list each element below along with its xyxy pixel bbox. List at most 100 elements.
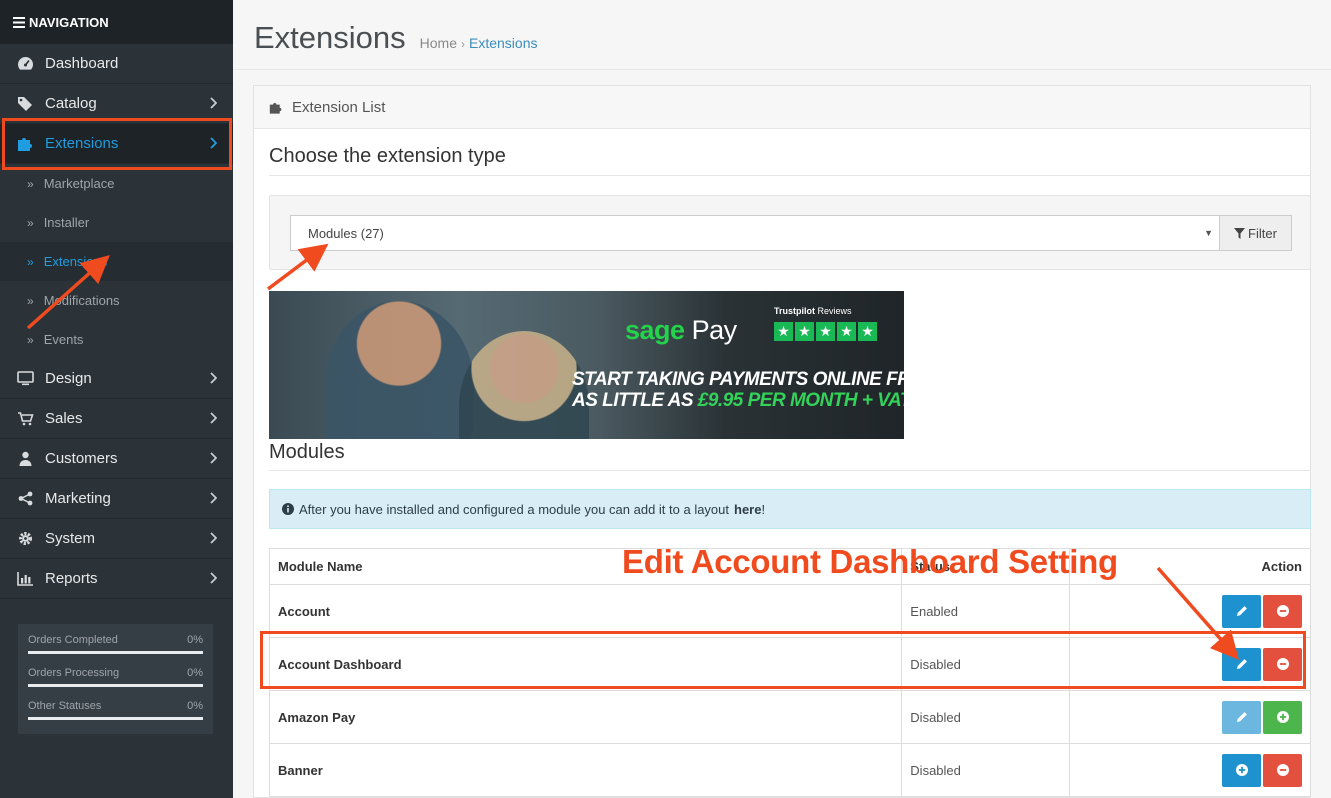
edit-button[interactable] [1222,700,1261,734]
section-title: Choose the extension type [269,145,506,167]
trustpilot-label: Trustpilot Reviews [774,306,852,316]
filter-well: Modules (27) ▼ Filter [269,195,1311,270]
stat-progress-bar [28,684,203,687]
sidebar-subitem-label: Extensions [43,254,108,269]
plus-circle-icon [1276,711,1289,723]
double-chevron-icon: » [27,332,34,347]
sagepay-logo: sage Pay [625,315,737,346]
nav-header[interactable]: NAVIGATION [0,0,233,44]
extension-type-select[interactable]: Modules (27) ▼ [290,215,1220,251]
module-status: Enabled [901,584,1070,638]
chevron-right-icon [210,96,218,113]
annotation-highlight-extensions [2,118,232,170]
module-actions [1069,584,1311,638]
filter-button[interactable]: Filter [1219,215,1292,251]
uninstall-button[interactable] [1263,753,1302,787]
stat-value: 0% [187,700,203,712]
cart-icon [16,411,34,426]
double-chevron-icon: » [27,254,34,269]
panel-heading: Extension List [254,86,1310,129]
table-row: Amazon Pay Disabled [269,690,1311,744]
sagepay-banner[interactable]: sage Pay Trustpilot Reviews ★ ★ ★ ★ ★ START … [269,291,904,439]
filter-icon [1234,227,1246,239]
sidebar-item-design[interactable]: Design [0,359,233,399]
breadcrumb-extensions[interactable]: Extensions [469,35,537,51]
chevron-right-icon [210,531,218,548]
double-chevron-icon: » [27,176,34,191]
monitor-icon [16,371,34,386]
info-circle-icon [282,503,294,515]
edit-button[interactable] [1222,594,1261,628]
user-icon [16,451,34,466]
module-actions [1069,743,1311,797]
sidebar-item-label: Catalog [45,95,97,112]
nav-header-label: NAVIGATION [29,14,109,30]
sidebar-item-reports[interactable]: Reports [0,559,233,599]
sidebar-item-system[interactable]: System [0,519,233,559]
banner-person-image [324,301,474,439]
order-stats: Orders Completed 0% Orders Processing 0%… [18,624,213,734]
stat-progress-bar [28,717,203,720]
alert-link-here[interactable]: here [734,502,761,517]
module-name: Account [269,584,902,638]
sidebar-subitem-label: Installer [43,215,90,230]
module-actions [1069,690,1311,744]
stat-label: Orders Completed [28,634,118,646]
banner-subline-prefix: AS LITTLE AS [572,390,698,411]
modules-title: Modules [269,441,345,463]
sidebar-subitem-extensions[interactable]: » Extensions [0,242,233,281]
star-icon: ★ [858,322,877,341]
sidebar-subitem-events[interactable]: » Events [0,320,233,359]
stat-value: 0% [187,667,203,679]
sidebar-subitem-installer[interactable]: » Installer [0,203,233,242]
stat-label: Other Statuses [28,700,102,712]
annotation-label: Edit Account Dashboard Setting [622,543,1118,580]
table-row: Account Enabled [269,584,1311,638]
sidebar-item-label: System [45,530,96,547]
double-chevron-icon: » [27,215,34,230]
sidebar-item-marketing[interactable]: Marketing [0,479,233,519]
caret-down-icon: ▼ [1204,228,1213,238]
stat-other-statuses: Other Statuses 0% [28,700,203,733]
sidebar-item-label: Design [45,370,92,387]
dashboard-icon [16,56,34,71]
stat-label: Orders Processing [28,667,120,679]
sidebar-item-customers[interactable]: Customers [0,439,233,479]
sidebar-item-dashboard[interactable]: Dashboard [0,44,233,84]
sidebar-item-label: Sales [45,410,83,427]
pencil-icon [1236,712,1247,722]
menu-icon [13,16,25,28]
chevron-right-icon [210,371,218,388]
alert-end: ! [761,501,766,517]
install-button[interactable] [1263,700,1302,734]
page-title: Extensions [254,20,406,55]
divider [269,175,1311,176]
tags-icon [16,96,34,111]
sidebar-subitem-modifications[interactable]: » Modifications [0,281,233,320]
annotation-highlight-row [260,631,1306,689]
select-value: Modules (27) [308,226,384,241]
puzzle-icon [269,101,283,114]
breadcrumb: Home › Extensions [420,35,538,51]
banner-price: £9.95 PER MONTH + VAT [697,390,904,411]
trustpilot-stars: ★ ★ ★ ★ ★ [774,322,877,341]
module-status: Disabled [901,690,1070,744]
banner-subline: AS LITTLE AS £9.95 PER MONTH + VAT [572,390,904,412]
plus-circle-icon [1235,764,1248,776]
trustpilot-suffix: Reviews [817,306,852,316]
chevron-right-icon [210,451,218,468]
minus-circle-icon [1276,605,1289,617]
sidebar-item-label: Reports [45,570,98,587]
chevron-right-icon [210,411,218,428]
sidebar-item-sales[interactable]: Sales [0,399,233,439]
module-name: Banner [269,743,902,797]
alert-text: After you have installed and configured … [299,501,730,517]
sidebar-item-label: Customers [45,450,118,467]
bar-chart-icon [16,571,34,586]
add-button[interactable] [1222,753,1261,787]
sidebar-item-label: Dashboard [45,55,119,72]
uninstall-button[interactable] [1263,594,1302,628]
double-chevron-icon: » [27,293,34,308]
star-icon: ★ [774,322,793,341]
breadcrumb-home[interactable]: Home [420,35,457,51]
